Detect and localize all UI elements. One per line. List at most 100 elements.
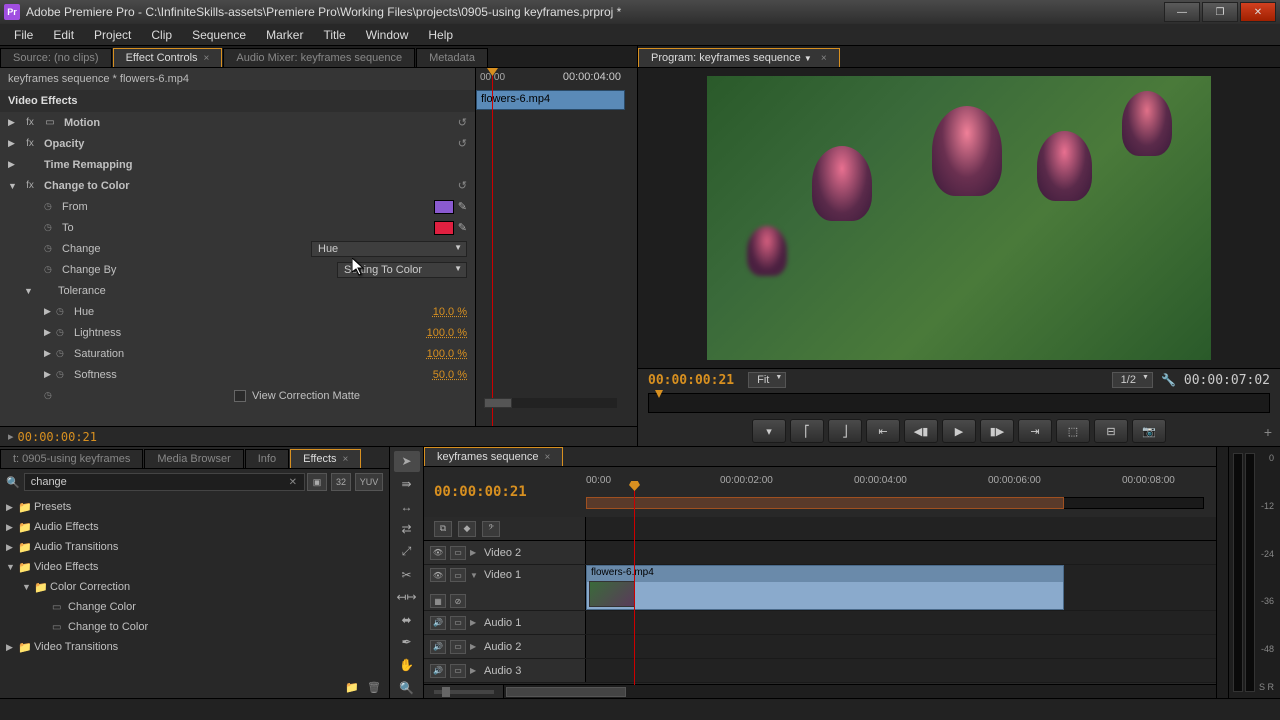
timeline-vscroll[interactable] [1216,447,1228,698]
track-audio-2[interactable]: 🔊 ▭ ▶ Audio 2 [424,635,1216,659]
close-icon[interactable]: × [343,454,349,465]
track-video-2[interactable]: 👁 ▭ ▶ Video 2 [424,541,1216,565]
twisty-icon[interactable]: ▶ [470,548,480,557]
color-swatch-from[interactable] [434,200,454,214]
settings-toggle[interactable]: 𝄢 [482,521,500,537]
twisty-icon[interactable]: ▶ [470,642,480,651]
playhead-icon[interactable] [655,390,663,398]
close-button[interactable]: ✕ [1240,2,1276,22]
tab-effects[interactable]: Effects× [290,449,361,468]
twisty-icon[interactable]: ▼ [8,181,20,191]
twisty-icon[interactable]: ▶ [8,117,20,128]
stopwatch-icon[interactable]: ◷ [44,243,58,254]
track-audio-1[interactable]: 🔊 ▭ ▶ Audio 1 [424,611,1216,635]
track-audio-3[interactable]: 🔊 ▭ ▶ Audio 3 [424,659,1216,683]
eye-toggle[interactable]: 👁 [430,546,446,560]
stopwatch-icon[interactable]: ◷ [44,201,58,212]
ec-timeline-clip[interactable]: flowers-6.mp4 [476,90,625,110]
tree-change-color[interactable]: ▭Change Color [0,597,389,617]
track-video-1[interactable]: 👁 ▭ ▼ Video 1 ▦ ⊘ flowers-6.mp4 [424,565,1216,611]
stopwatch-icon[interactable]: ◷ [56,369,70,380]
current-timecode[interactable]: 00:00:00:21 [18,430,97,444]
program-current-time[interactable]: 00:00:00:21 [648,373,734,388]
twisty-icon[interactable]: ▶ [44,369,56,380]
twisty-icon[interactable]: ▶ [8,138,20,149]
clear-search-icon[interactable]: ✕ [289,477,297,488]
eyedropper-icon[interactable]: ✎ [458,221,467,234]
in-point-button[interactable]: ⎡ [790,419,824,443]
ec-tolerance-row[interactable]: ▼ Tolerance [0,280,475,301]
tab-project[interactable]: t: 0905-using keyframes [0,449,143,468]
effects-search-input[interactable] [24,473,305,491]
slip-tool[interactable]: ↤↦ [394,587,420,608]
tab-source[interactable]: Source: (no clips) [0,48,112,67]
tree-color-correction[interactable]: ▼📁Color Correction [0,577,389,597]
mute-toggle[interactable]: 🔊 [430,640,446,654]
menu-marker[interactable]: Marker [256,25,313,45]
play-button[interactable]: ▶ [942,419,976,443]
razor-tool[interactable]: ✂ [394,564,420,585]
new-bin-icon[interactable]: 📁 [345,681,359,694]
tree-change-to-color[interactable]: ▭Change to Color [0,617,389,637]
rate-stretch-tool[interactable]: ⤢ [394,542,420,563]
ec-change-to-color-row[interactable]: ▼ fx Change to Color ↺ [0,175,475,196]
tree-audio-transitions[interactable]: ▶📁Audio Transitions [0,537,389,557]
lock-toggle[interactable]: ▭ [450,568,466,582]
timeline-hscroll[interactable] [424,684,1216,698]
stopwatch-icon[interactable]: ◷ [56,327,70,338]
minimize-button[interactable]: — [1164,2,1200,22]
twisty-icon[interactable]: ▶ [470,618,480,627]
tree-video-transitions[interactable]: ▶📁Video Transitions [0,637,389,657]
filter-32-button[interactable]: 32 [331,473,351,491]
work-area-bar[interactable] [586,497,1064,509]
lock-toggle[interactable]: ▭ [450,546,466,560]
close-icon[interactable]: × [545,452,551,463]
menu-project[interactable]: Project [84,25,141,45]
timeline-current-time[interactable]: 00:00:00:21 [434,484,527,500]
tree-video-effects[interactable]: ▼📁Video Effects [0,557,389,577]
scrollbar-thumb[interactable] [484,398,512,408]
tab-audio-mixer[interactable]: Audio Mixer: keyframes sequence [223,48,415,67]
twisty-icon[interactable]: ▶ [44,327,56,338]
target-toggle[interactable]: ⊘ [450,594,466,608]
mute-toggle[interactable]: 🔊 [430,616,446,630]
extract-button[interactable]: ⊟ [1094,419,1128,443]
filter-yuv-button[interactable]: YUV [355,473,383,491]
tab-media-browser[interactable]: Media Browser [144,449,243,468]
twisty-icon[interactable]: ▼ [24,286,36,296]
program-scrubber[interactable] [648,393,1270,413]
ec-opacity-row[interactable]: ▶ fx Opacity ↺ [0,133,475,154]
pen-tool[interactable]: ✒ [394,632,420,653]
menu-help[interactable]: Help [418,25,463,45]
zoom-tool[interactable]: 🔍 [394,677,420,698]
tree-audio-effects[interactable]: ▶📁Audio Effects [0,517,389,537]
fx-icon[interactable]: fx [20,117,40,128]
fit-dropdown[interactable]: Fit [748,372,786,388]
lock-toggle[interactable]: ▭ [450,616,466,630]
menu-edit[interactable]: Edit [43,25,84,45]
menu-clip[interactable]: Clip [141,25,182,45]
menu-title[interactable]: Title [313,25,355,45]
tab-metadata[interactable]: Metadata [416,48,488,67]
ec-hscroll[interactable] [484,398,617,408]
go-to-out-button[interactable]: ⇥ [1018,419,1052,443]
close-icon[interactable]: × [204,53,210,64]
zoom-slider[interactable] [424,685,504,698]
tab-info[interactable]: Info [245,449,289,468]
tree-presets[interactable]: ▶📁Presets [0,497,389,517]
hand-tool[interactable]: ✋ [394,655,420,676]
mute-toggle[interactable]: 🔊 [430,664,446,678]
ec-time-remapping-row[interactable]: ▶ Time Remapping [0,154,475,175]
rolling-tool[interactable]: ⇄ [394,519,420,540]
filter-button[interactable]: ▣ [307,473,327,491]
menu-sequence[interactable]: Sequence [182,25,256,45]
stopwatch-icon[interactable]: ◷ [56,348,70,359]
lock-toggle[interactable]: ▭ [450,640,466,654]
param-value[interactable]: 100.0 % [423,348,467,360]
selection-tool[interactable]: ➤ [394,451,420,472]
close-icon[interactable]: × [821,53,827,64]
resolution-dropdown[interactable]: 1/2 [1112,372,1153,388]
slide-tool[interactable]: ⬌ [394,609,420,630]
add-button-icon[interactable]: + [1264,424,1272,440]
twisty-icon[interactable]: ▶ [44,306,56,317]
